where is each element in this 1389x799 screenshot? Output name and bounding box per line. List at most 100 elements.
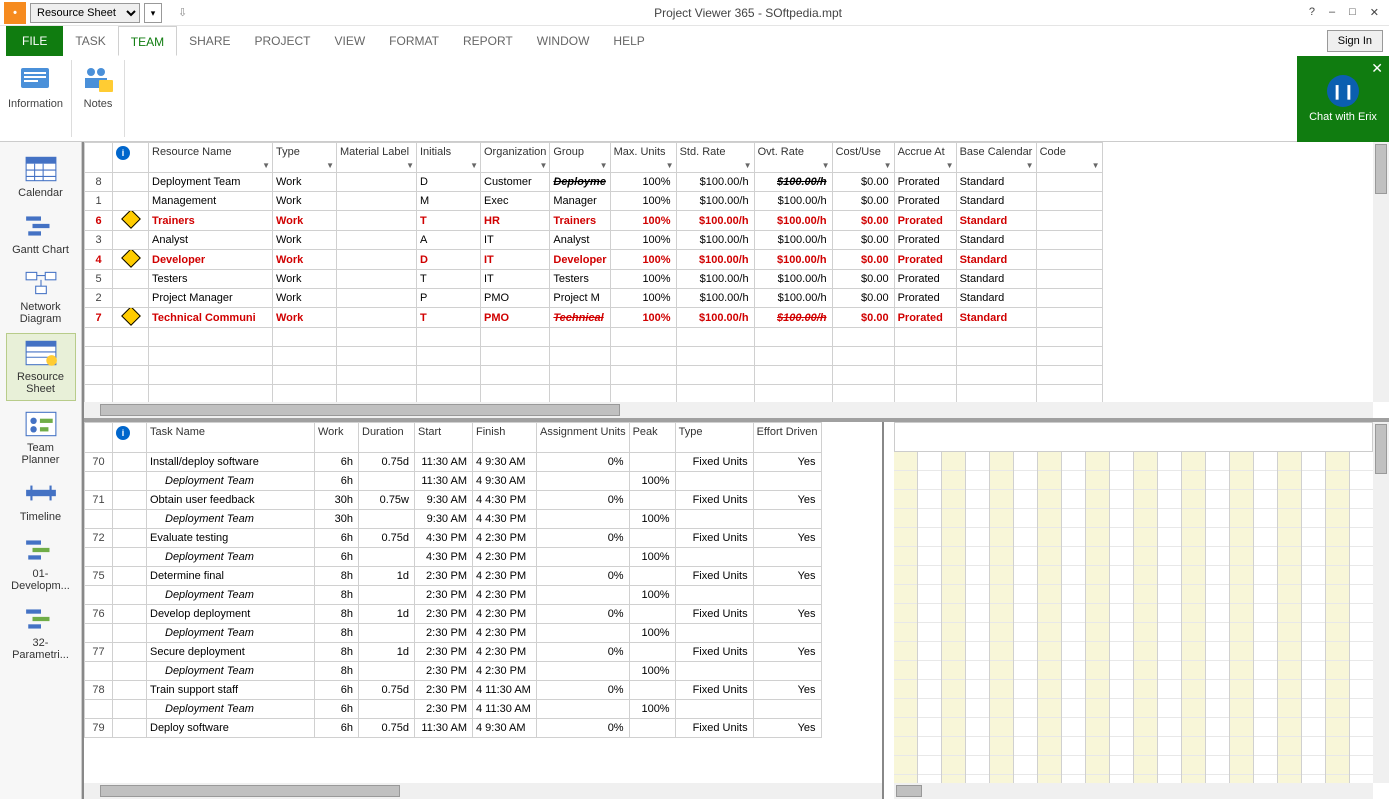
task-row[interactable]: 78Train support staff6h0.75d2:30 PM4 11:…: [85, 681, 822, 700]
info-icon: i: [116, 426, 130, 440]
ribbon-notes[interactable]: Notes: [72, 56, 124, 141]
close-button[interactable]: ✕: [1370, 6, 1379, 19]
sidebar-item-calendar[interactable]: Calendar: [6, 150, 76, 203]
task-grid[interactable]: i Task NameWorkDurationStartFinishAssignm…: [84, 422, 882, 783]
col-header[interactable]: Cost/Use▼: [832, 143, 894, 173]
task-row[interactable]: 76Develop deployment8h1d2:30 PM4 2:30 PM…: [85, 605, 822, 624]
task-row[interactable]: Deployment Team6h11:30 AM4 9:30 AM100%: [85, 472, 822, 491]
col-header[interactable]: Duration: [359, 423, 415, 453]
signin-button[interactable]: Sign In: [1327, 30, 1383, 52]
col-header[interactable]: Type▼: [273, 143, 337, 173]
warning-icon: [121, 308, 141, 326]
tab-share[interactable]: SHARE: [177, 26, 242, 56]
col-header[interactable]: Base Calendar▼: [956, 143, 1036, 173]
sidebar-item-team[interactable]: Team Planner: [6, 405, 76, 470]
resource-row[interactable]: 3AnalystWorkAITAnalyst100%$100.00/h$100.…: [85, 231, 1103, 250]
warning-icon: [121, 211, 141, 229]
resource-row[interactable]: 1ManagementWorkMExecManager100%$100.00/h…: [85, 192, 1103, 211]
gantt-chart-area[interactable]: [894, 452, 1373, 783]
resource-row[interactable]: 8Deployment TeamWorkDCustomerDeployme100…: [85, 173, 1103, 192]
customize-quickaccess[interactable]: ⇩: [178, 6, 187, 19]
horizontal-scrollbar[interactable]: [894, 783, 1373, 799]
tab-file[interactable]: FILE: [6, 26, 63, 56]
help-button[interactable]: ?: [1309, 6, 1315, 19]
tab-team[interactable]: TEAM: [118, 26, 177, 56]
task-row[interactable]: Deployment Team6h4:30 PM4 2:30 PM100%: [85, 548, 822, 567]
task-row[interactable]: Deployment Team8h2:30 PM4 2:30 PM100%: [85, 586, 822, 605]
resource-row[interactable]: 5TestersWorkTITTesters100%$100.00/h$100.…: [85, 270, 1103, 289]
sidebar-item-dev[interactable]: 01-Developm...: [6, 531, 76, 596]
vertical-scrollbar[interactable]: [1373, 142, 1389, 402]
resource-row[interactable]: 2Project ManagerWorkPPMOProject M100%$10…: [85, 289, 1103, 308]
calendar-icon: [23, 154, 59, 184]
tab-report[interactable]: REPORT: [451, 26, 525, 56]
col-header[interactable]: [85, 423, 113, 453]
quickaccess-dropdown[interactable]: ▾: [144, 3, 162, 23]
sidebar-item-param[interactable]: 32-Parametri...: [6, 600, 76, 665]
maximize-button[interactable]: □: [1349, 6, 1356, 19]
col-header[interactable]: [85, 143, 113, 173]
tab-task[interactable]: TASK: [63, 26, 117, 56]
tab-project[interactable]: PROJECT: [242, 26, 322, 56]
col-header[interactable]: Finish: [473, 423, 537, 453]
sidebar-item-label: Team Planner: [8, 442, 74, 466]
col-header[interactable]: Task Name: [147, 423, 315, 453]
sidebar-item-label: 32-Parametri...: [8, 637, 74, 661]
task-row[interactable]: 79Deploy software6h0.75d11:30 AM4 9:30 A…: [85, 719, 822, 738]
col-header[interactable]: Ovt. Rate▼: [754, 143, 832, 173]
sidebar-item-gantt[interactable]: Gantt Chart: [6, 207, 76, 260]
sidebar-item-network[interactable]: Network Diagram: [6, 264, 76, 329]
task-row[interactable]: 77Secure deployment8h1d2:30 PM4 2:30 PM0…: [85, 643, 822, 662]
col-header[interactable]: Effort Driven: [753, 423, 821, 453]
col-header[interactable]: Work: [315, 423, 359, 453]
ribbon-information[interactable]: Information: [0, 56, 71, 141]
resource-sheet-pane: iResource Name▼Type▼Material Label▼Initi…: [84, 142, 1389, 422]
task-row[interactable]: 71Obtain user feedback30h0.75w9:30 AM4 4…: [85, 491, 822, 510]
minimize-button[interactable]: –: [1329, 6, 1335, 19]
col-header[interactable]: Max. Units▼: [610, 143, 676, 173]
col-header[interactable]: Accrue At▼: [894, 143, 956, 173]
sidebar-item-resource[interactable]: Resource Sheet: [6, 333, 76, 400]
col-header[interactable]: Code▼: [1036, 143, 1102, 173]
resource-row[interactable]: 6TrainersWorkTHRTrainers100%$100.00/h$10…: [85, 211, 1103, 231]
col-header[interactable]: Assignment Units: [537, 423, 630, 453]
chat-close-icon[interactable]: ✕: [1371, 60, 1383, 77]
sidebar-item-timeline[interactable]: Timeline: [6, 474, 76, 527]
col-header[interactable]: Material Label▼: [337, 143, 417, 173]
resource-row[interactable]: 7Technical CommuniWorkTPMOTechnical100%$…: [85, 308, 1103, 328]
task-row[interactable]: Deployment Team30h9:30 AM4 4:30 PM100%: [85, 510, 822, 529]
sidebar-item-label: Gantt Chart: [12, 244, 69, 256]
tab-view[interactable]: VIEW: [323, 26, 378, 56]
task-row[interactable]: Deployment Team8h2:30 PM4 2:30 PM100%: [85, 624, 822, 643]
col-header[interactable]: Organization▼: [481, 143, 550, 173]
col-header[interactable]: Start: [415, 423, 473, 453]
col-header[interactable]: Type: [675, 423, 753, 453]
col-header[interactable]: Peak: [629, 423, 675, 453]
task-row[interactable]: 75Determine final8h1d2:30 PM4 2:30 PM0%F…: [85, 567, 822, 586]
col-header[interactable]: Std. Rate▼: [676, 143, 754, 173]
task-row[interactable]: 70Install/deploy software6h0.75d11:30 AM…: [85, 453, 822, 472]
task-grid-pane: i Task NameWorkDurationStartFinishAssignm…: [84, 422, 884, 799]
information-icon: [18, 60, 54, 96]
view-select[interactable]: Resource Sheet: [30, 3, 140, 23]
window-title: Project Viewer 365 - SOftpedia.mpt: [187, 6, 1309, 20]
col-header[interactable]: Initials▼: [417, 143, 481, 173]
task-row[interactable]: 72Evaluate testing6h0.75d4:30 PM4 2:30 P…: [85, 529, 822, 548]
chat-panel[interactable]: ✕ ❙❙ Chat with Erix: [1297, 56, 1389, 142]
tab-help[interactable]: HELP: [601, 26, 656, 56]
tab-window[interactable]: WINDOW: [525, 26, 602, 56]
task-pane: i Task NameWorkDurationStartFinishAssignm…: [84, 422, 1389, 799]
horizontal-scrollbar[interactable]: [84, 783, 882, 799]
col-header[interactable]: i: [113, 423, 147, 453]
vertical-scrollbar[interactable]: [1373, 422, 1389, 783]
horizontal-scrollbar[interactable]: [84, 402, 1373, 418]
resource-row[interactable]: 4DeveloperWorkDITDeveloper100%$100.00/h$…: [85, 250, 1103, 270]
col-header[interactable]: Resource Name▼: [149, 143, 273, 173]
gantt-timescale[interactable]: [894, 422, 1373, 452]
task-row[interactable]: Deployment Team8h2:30 PM4 2:30 PM100%: [85, 662, 822, 681]
resource-grid[interactable]: iResource Name▼Type▼Material Label▼Initi…: [84, 142, 1373, 402]
col-header[interactable]: Group▼: [550, 143, 610, 173]
col-header[interactable]: i: [113, 143, 149, 173]
tab-format[interactable]: FORMAT: [377, 26, 451, 56]
task-row[interactable]: Deployment Team6h2:30 PM4 11:30 AM100%: [85, 700, 822, 719]
